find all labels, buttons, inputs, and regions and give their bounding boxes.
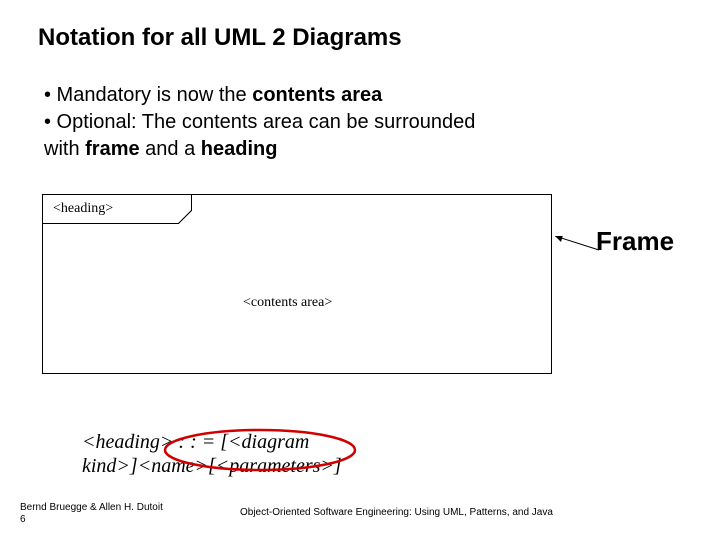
grammar-line-1: <heading> : : = [<diagram (82, 430, 442, 454)
slide-title: Notation for all UML 2 Diagrams (38, 24, 402, 52)
bullet-3-bold1: frame (85, 138, 139, 160)
tab-notch-icon (172, 204, 192, 224)
contents-placeholder: <contents area> (243, 295, 332, 311)
bullet-1: • Mandatory is now the contents area (44, 82, 684, 109)
bullet-3-mid: and a (140, 138, 201, 160)
footer-authors: Bernd Bruegge & Allen H. Dutoit 6 (20, 502, 163, 526)
uml-frame: <heading> <contents area> (42, 194, 552, 374)
footer-page-number: 6 (20, 514, 163, 526)
bullet-2-cont: with frame and a heading (44, 136, 684, 163)
footer-authors-line: Bernd Bruegge & Allen H. Dutoit (20, 502, 163, 514)
footer-book-title: Object-Oriented Software Engineering: Us… (240, 507, 553, 518)
bullet-3-prefix: with (44, 138, 85, 160)
uml-heading-tab: <heading> (42, 194, 192, 224)
frame-label: Frame (596, 226, 674, 257)
bullet-3-bold2: heading (201, 138, 278, 160)
bullet-1-bold: contents area (252, 84, 382, 106)
heading-placeholder: <heading> (53, 201, 113, 217)
bullet-2-text: • Optional: The contents area can be sur… (44, 111, 475, 133)
bullet-1-text: • Mandatory is now the (44, 84, 252, 106)
grammar-definition: <heading> : : = [<diagram kind>]<name>[<… (82, 430, 442, 478)
bullet-2: • Optional: The contents area can be sur… (44, 109, 684, 136)
grammar-line-2: kind>]<name>[<parameters>] (82, 454, 442, 478)
bullet-list: • Mandatory is now the contents area • O… (44, 82, 684, 163)
